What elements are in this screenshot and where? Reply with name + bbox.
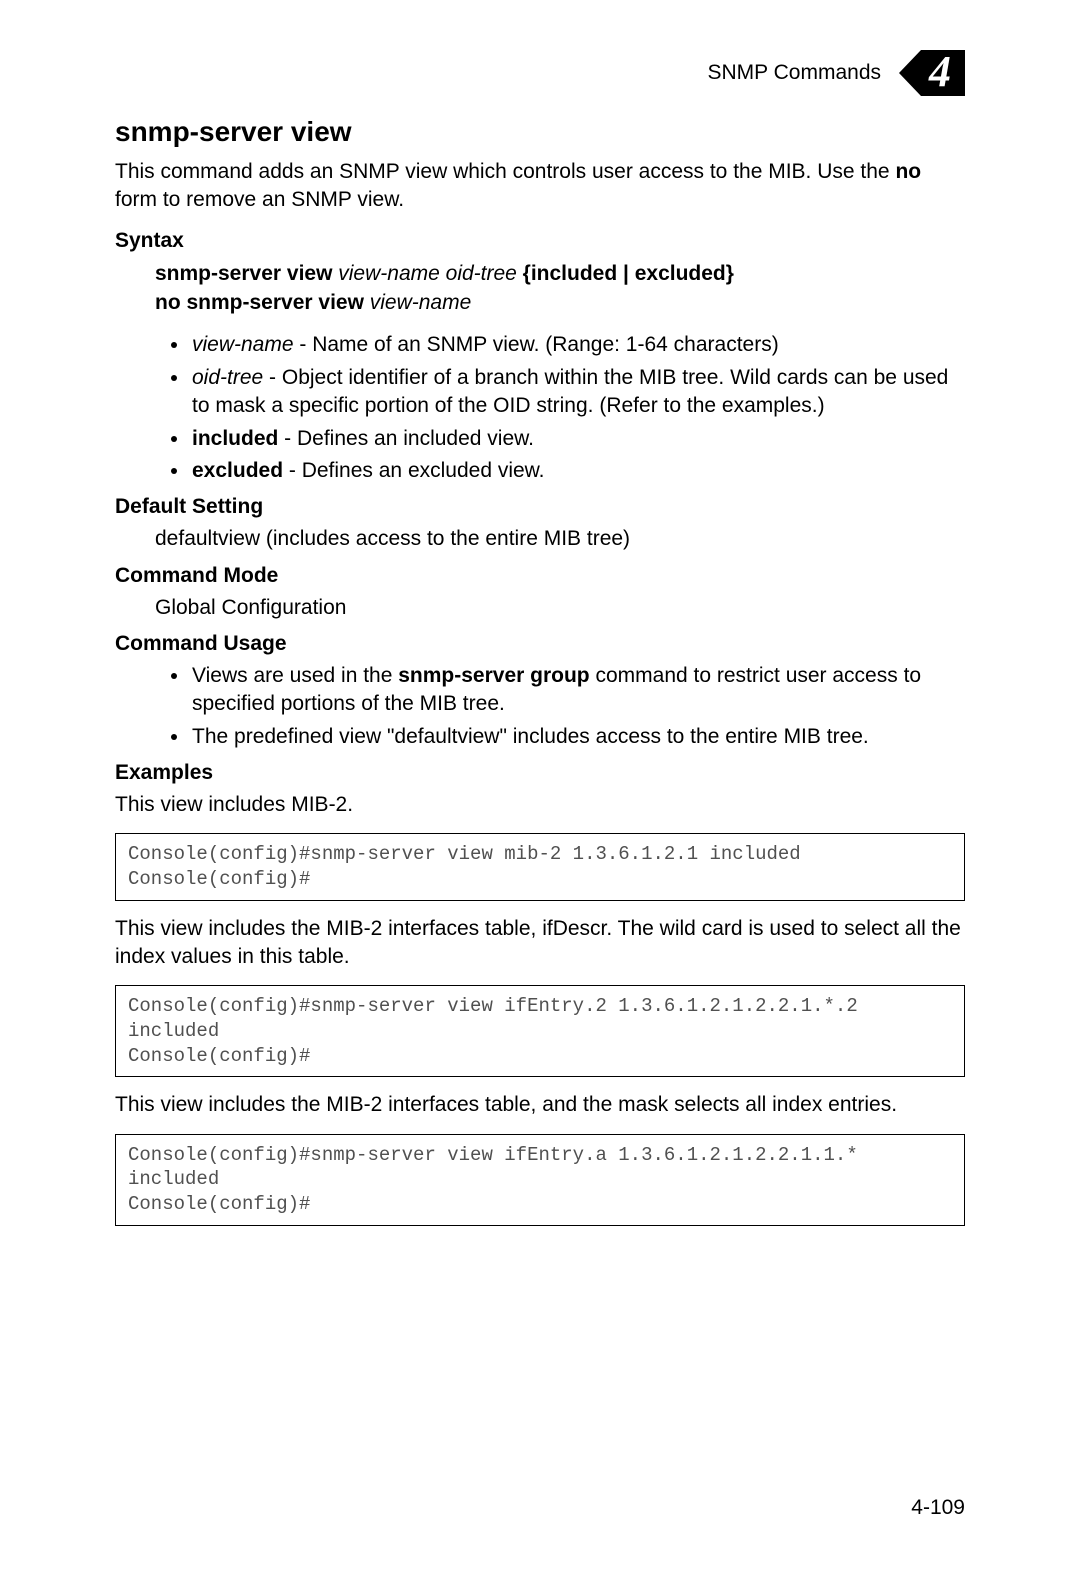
- param-desc: - Name of an SNMP view. (Range: 1-64 cha…: [294, 333, 779, 356]
- page-header: SNMP Commands 4: [115, 50, 965, 96]
- syntax-no-cmd: no snmp-server view: [155, 291, 370, 314]
- example-3-intro: This view includes the MIB-2 interfaces …: [115, 1091, 965, 1119]
- header-section-title: SNMP Commands: [708, 61, 882, 85]
- syntax-options: {included | excluded}: [523, 262, 734, 285]
- default-setting-heading: Default Setting: [115, 495, 965, 519]
- command-usage-heading: Command Usage: [115, 632, 965, 656]
- syntax-line-2: no snmp-server view view-name: [155, 288, 965, 317]
- param-excluded: excluded - Defines an excluded view.: [190, 457, 965, 485]
- syntax-cmd: snmp-server view: [155, 262, 338, 285]
- param-desc: - Defines an excluded view.: [283, 459, 544, 482]
- chapter-number-badge: 4: [899, 50, 965, 96]
- page-number: 4-109: [911, 1496, 965, 1520]
- command-title: snmp-server view: [115, 116, 965, 148]
- syntax-no-arg: view-name: [370, 291, 472, 314]
- syntax-params-list: view-name - Name of an SNMP view. (Range…: [190, 331, 965, 485]
- syntax-line-1: snmp-server view view-name oid-tree {inc…: [155, 259, 965, 288]
- example-2-code: Console(config)#snmp-server view ifEntry…: [115, 985, 965, 1077]
- param-name: included: [192, 427, 278, 450]
- usage-text-pre: Views are used in the: [192, 664, 398, 687]
- param-desc: - Object identifier of a branch within t…: [192, 366, 948, 417]
- examples-heading: Examples: [115, 761, 965, 785]
- param-oid-tree: oid-tree - Object identifier of a branch…: [190, 364, 965, 421]
- intro-text-2: form to remove an SNMP view.: [115, 188, 404, 211]
- param-included: included - Defines an included view.: [190, 425, 965, 453]
- param-view-name: view-name - Name of an SNMP view. (Range…: [190, 331, 965, 359]
- example-1-code: Console(config)#snmp-server view mib-2 1…: [115, 833, 965, 900]
- usage-item-2: The predefined view "defaultview" includ…: [190, 723, 965, 751]
- default-setting-text: defaultview (includes access to the enti…: [155, 525, 965, 553]
- usage-cmd-ref: snmp-server group: [398, 664, 589, 687]
- command-mode-text: Global Configuration: [155, 594, 965, 622]
- param-name: excluded: [192, 459, 283, 482]
- param-name: view-name: [192, 333, 294, 356]
- intro-text-1: This command adds an SNMP view which con…: [115, 160, 895, 183]
- intro-no-keyword: no: [895, 160, 921, 183]
- example-2-intro: This view includes the MIB-2 interfaces …: [115, 915, 965, 972]
- usage-item-1: Views are used in the snmp-server group …: [190, 662, 965, 719]
- example-3-code: Console(config)#snmp-server view ifEntry…: [115, 1134, 965, 1226]
- command-mode-heading: Command Mode: [115, 564, 965, 588]
- param-name: oid-tree: [192, 366, 263, 389]
- example-1-intro: This view includes MIB-2.: [115, 791, 965, 819]
- syntax-args: view-name oid-tree: [338, 262, 522, 285]
- param-desc: - Defines an included view.: [278, 427, 534, 450]
- command-usage-list: Views are used in the snmp-server group …: [190, 662, 965, 751]
- syntax-heading: Syntax: [115, 229, 965, 253]
- intro-paragraph: This command adds an SNMP view which con…: [115, 158, 965, 215]
